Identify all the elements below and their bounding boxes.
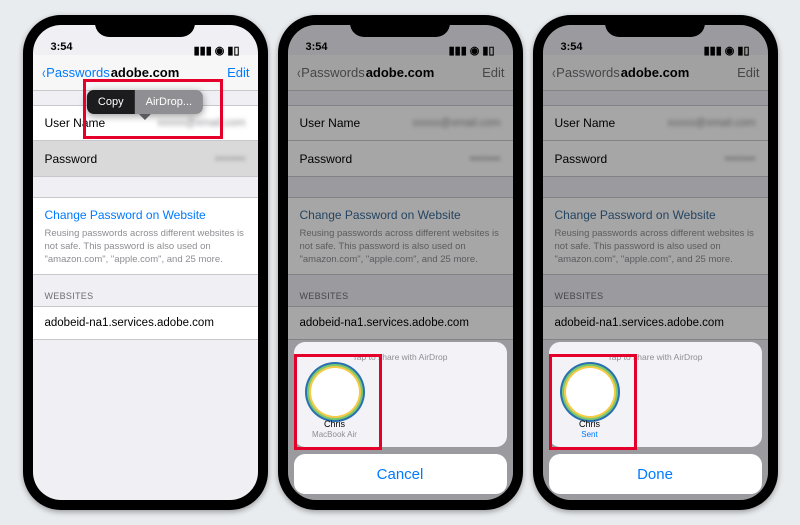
highlight-box <box>549 354 637 450</box>
password-value: •••••••• <box>97 153 245 165</box>
status-time: 3:54 <box>51 41 73 53</box>
password-row[interactable]: Password •••••••• <box>33 141 258 177</box>
wifi-icon: ◉ <box>215 44 225 53</box>
notch <box>350 15 450 37</box>
edit-button[interactable]: Edit <box>227 65 249 80</box>
notch <box>605 15 705 37</box>
screen-2: 3:54 ▮▮▮ ◉ ▮▯ ‹ Passwords adobe.com Edit… <box>288 25 513 500</box>
signal-icon: ▮▮▮ <box>194 44 212 53</box>
back-button[interactable]: ‹ Passwords <box>41 65 110 80</box>
website-item[interactable]: adobeid-na1.services.adobe.com <box>33 306 258 340</box>
page-title: adobe.com <box>111 65 180 80</box>
change-password-row[interactable]: Change Password on Website Reusing passw… <box>33 197 258 275</box>
notch <box>95 15 195 37</box>
highlight-box <box>83 79 223 139</box>
screen-3: 3:54 ▮▮▮ ◉ ▮▯ ‹ Passwords adobe.com Edit… <box>543 25 768 500</box>
highlight-box <box>294 354 382 450</box>
websites-header: WEBSITES <box>33 275 258 306</box>
phone-1: 3:54 ▮▮▮ ◉ ▮▯ ‹ Passwords adobe.com Edit… <box>23 15 268 510</box>
reuse-warning: Reusing passwords across different websi… <box>45 228 246 266</box>
status-icons: ▮▮▮ ◉ ▮▯ <box>194 44 240 53</box>
cancel-button[interactable]: Cancel <box>294 454 507 494</box>
battery-icon: ▮▯ <box>227 44 239 53</box>
back-label: Passwords <box>46 65 110 80</box>
password-label: Password <box>45 152 98 166</box>
phone-2: 3:54 ▮▮▮ ◉ ▮▯ ‹ Passwords adobe.com Edit… <box>278 15 523 510</box>
change-password-link[interactable]: Change Password on Website <box>45 208 246 222</box>
done-button[interactable]: Done <box>549 454 762 494</box>
screen-1: 3:54 ▮▮▮ ◉ ▮▯ ‹ Passwords adobe.com Edit… <box>33 25 258 500</box>
phone-3: 3:54 ▮▮▮ ◉ ▮▯ ‹ Passwords adobe.com Edit… <box>533 15 778 510</box>
